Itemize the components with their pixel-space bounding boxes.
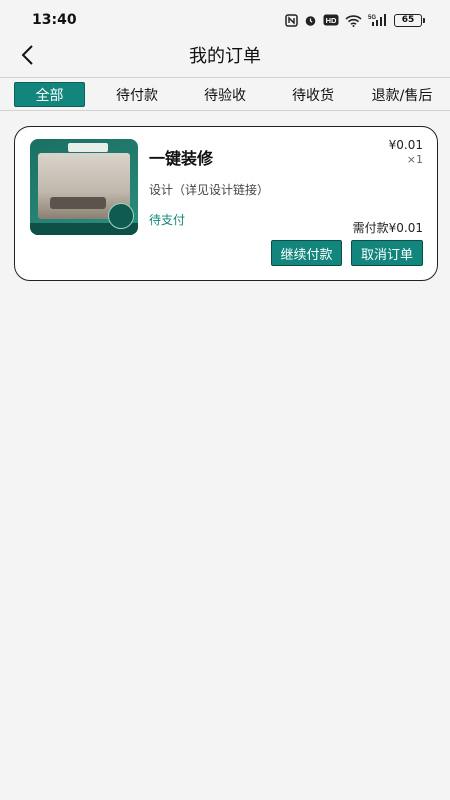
tab-refund-after-sales[interactable]: 退款/售后: [364, 82, 440, 107]
thumbnail-label: [68, 143, 108, 152]
status-time: 13:40: [32, 12, 77, 28]
page-title: 我的订单: [189, 46, 261, 67]
cancel-order-button[interactable]: 取消订单: [351, 240, 423, 266]
status-icons: HD 5G 65: [285, 12, 425, 28]
tab-pending-inspection[interactable]: 待验收: [190, 82, 260, 107]
thumbnail-sofa: [50, 197, 106, 209]
tab-all[interactable]: 全部: [14, 82, 85, 107]
signal-5g-icon: 5G: [368, 14, 386, 26]
tab-pending-receipt[interactable]: 待收货: [278, 82, 348, 107]
unit-price: ¥0.01: [388, 138, 423, 152]
status-bar: 13:40 HD 5G 65: [0, 0, 450, 40]
order-card[interactable]: 一键装修 设计（详见设计链接） 待支付 ¥0.01 ×1 需付款¥0.01 继续…: [14, 126, 438, 281]
amount-due: 需付款¥0.01: [352, 221, 423, 235]
battery-icon: 65: [394, 13, 425, 27]
product-name[interactable]: 一键装修: [149, 145, 213, 169]
svg-text:HD: HD: [326, 16, 337, 25]
nfc-icon: [285, 13, 298, 27]
wifi-icon: [345, 14, 362, 27]
product-thumbnail[interactable]: [30, 139, 138, 235]
product-spec: 设计（详见设计链接）: [149, 183, 270, 197]
order-status: 待支付: [149, 213, 186, 227]
hd-icon: HD: [323, 14, 339, 26]
nav-bar: 我的订单: [0, 38, 450, 74]
svg-text:5G: 5G: [368, 15, 376, 21]
battery-level: 65: [401, 15, 415, 25]
quantity: ×1: [406, 153, 423, 166]
tab-pending-payment[interactable]: 待付款: [102, 82, 172, 107]
order-tabs: 全部 待付款 待验收 待收货 退款/售后: [0, 77, 450, 111]
thumbnail-badge: [108, 203, 134, 229]
alarm-icon: [305, 15, 316, 26]
continue-payment-button[interactable]: 继续付款: [271, 240, 342, 266]
